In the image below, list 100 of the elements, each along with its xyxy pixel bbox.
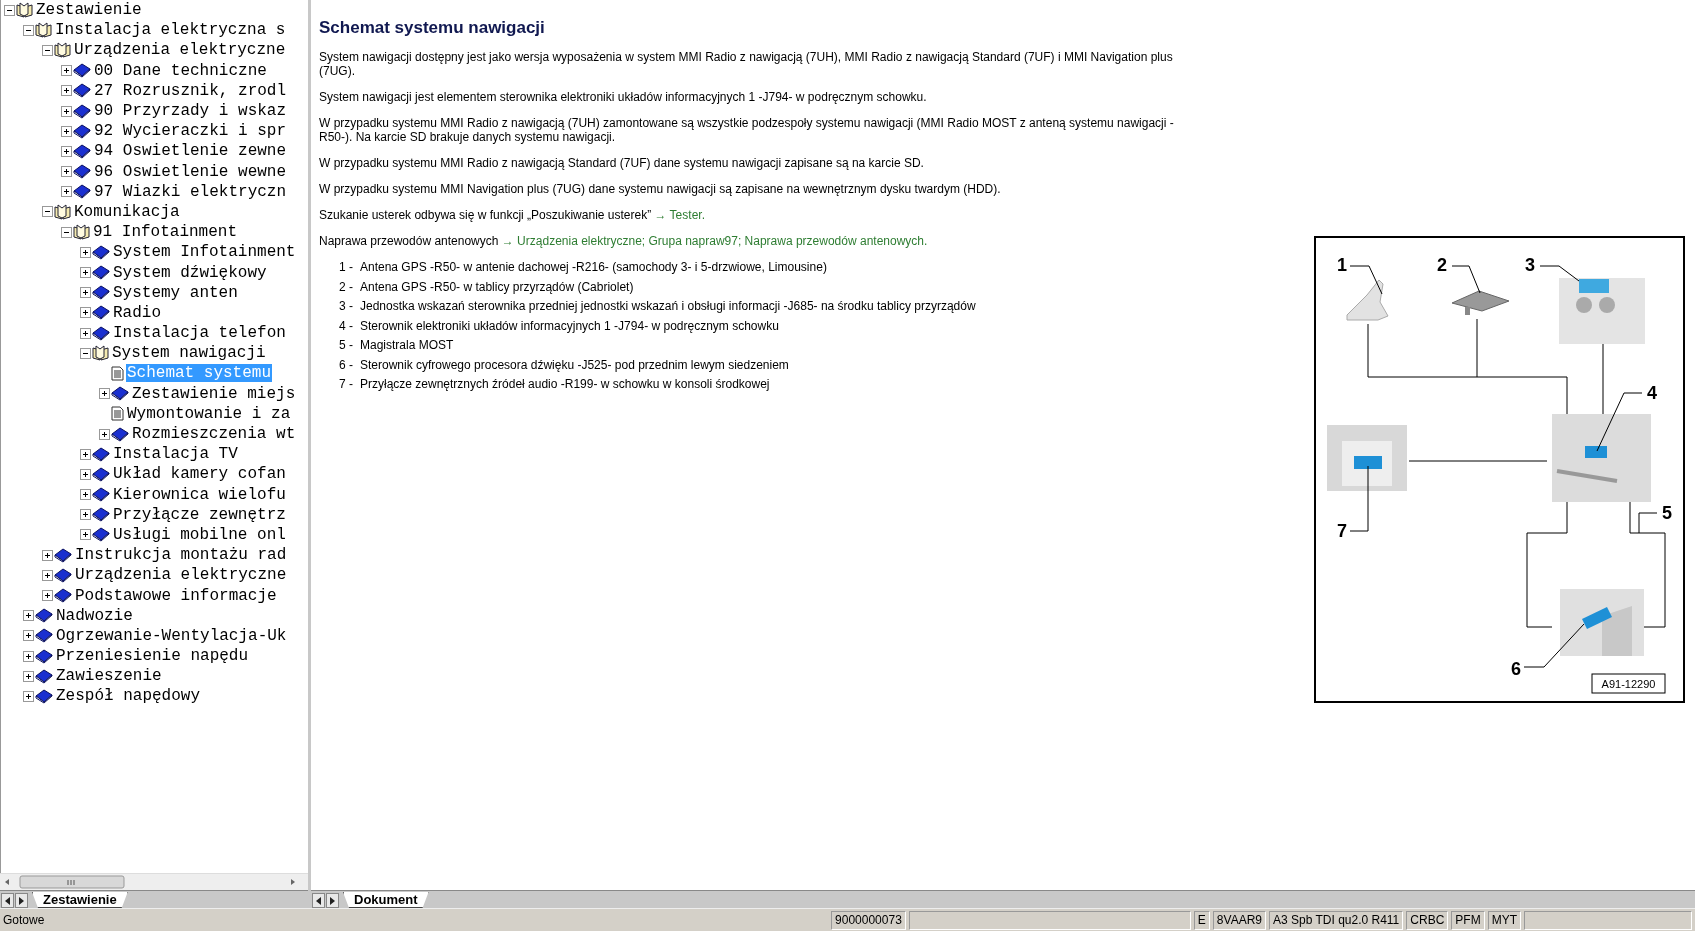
tree-item[interactable]: System Infotainment	[112, 243, 297, 262]
expand-icon[interactable]	[99, 388, 110, 400]
expand-icon[interactable]	[61, 166, 72, 178]
module-illustration	[1451, 290, 1510, 315]
expand-icon[interactable]	[80, 468, 91, 480]
tree-item[interactable]: Instalacja elektryczna s	[54, 21, 287, 40]
tree-item[interactable]: Przeniesienie napędu	[55, 647, 250, 666]
tree-item[interactable]: 94 Oswietlenie zewne	[93, 142, 288, 161]
paragraph: W przypadku systemu MMI Radio z nawigacją (7UH) zamontowane są wszystkie podzespoły systemu nawigacji (MMI Radio MOST z anteną systemu nawigacji -R50-). Na karcie SD brakuje danych systemu nawigacji.	[319, 116, 1175, 144]
paragraph: W przypadku systemu MMI Navigation plus (7UG) dane systemu nawigacji są zapisane na wewnętrznym dysku twardym (HDD).	[319, 182, 1002, 196]
collapse-icon[interactable]	[42, 44, 53, 56]
expand-icon[interactable]	[61, 186, 72, 198]
expand-icon[interactable]	[99, 428, 110, 440]
tree-item[interactable]: Komunikacja	[73, 202, 181, 221]
collapse-icon[interactable]	[80, 347, 91, 359]
tree-item[interactable]: Ogrzewanie-Wentylacja-Uk	[55, 626, 288, 645]
callout-number: 1	[1337, 255, 1347, 275]
status-message: Gotowe	[2, 913, 46, 927]
tree-item[interactable]: Usługi mobilne onl	[112, 525, 287, 544]
link[interactable]: → Tester.	[654, 208, 705, 222]
expand-icon[interactable]	[42, 549, 53, 561]
expand-icon[interactable]	[61, 85, 72, 97]
collapse-icon[interactable]	[23, 24, 34, 36]
tree-item[interactable]: Instalacja TV	[112, 445, 239, 464]
callout-number: 3	[1525, 255, 1535, 275]
expand-icon[interactable]	[80, 307, 91, 319]
tree-item[interactable]: 90 Przyrzady i wskaz	[93, 102, 288, 121]
tree-item[interactable]: 27 Rozrusznik, zrodl	[93, 81, 288, 100]
tree-item[interactable]: Zestawienie miejs	[131, 384, 297, 403]
expand-icon[interactable]	[61, 65, 72, 77]
expand-icon[interactable]	[61, 105, 72, 117]
tree-item[interactable]: Instrukcja montażu rad	[74, 546, 288, 565]
callout-number: 2	[1437, 255, 1447, 275]
expand-icon[interactable]	[80, 509, 91, 521]
expand-icon[interactable]	[42, 569, 53, 581]
tree-item[interactable]: Podstawowe informacje	[74, 586, 278, 605]
document-title: Schemat systemu nawigacji	[319, 18, 546, 38]
tree-item[interactable]: 96 Oswietlenie wewne	[93, 162, 288, 181]
expand-icon[interactable]	[80, 489, 91, 501]
expand-icon[interactable]	[61, 125, 72, 137]
tree-item[interactable]: Nadwozie	[55, 606, 134, 625]
link[interactable]: → Urządzenia elektryczne; Grupa napraw97; Naprawa przewodów antenowych.	[501, 234, 928, 248]
tab[interactable]: Zestawienie	[32, 892, 128, 908]
expand-icon[interactable]	[80, 448, 91, 460]
book-icon	[54, 567, 72, 583]
tree-item[interactable]: Zestawienie	[35, 1, 143, 20]
book-icon	[92, 487, 110, 503]
legend-number: 1 -	[339, 260, 354, 275]
status-field: MYT	[1487, 910, 1521, 930]
tab-scroll-left-button[interactable]	[312, 893, 325, 908]
tab-scroll-left-button[interactable]	[1, 893, 14, 908]
collapse-icon[interactable]	[61, 226, 72, 238]
tree-item[interactable]: Radio	[112, 303, 162, 322]
book-icon	[92, 446, 110, 462]
tree-item[interactable]: Instalacja telefon	[112, 324, 287, 343]
tree-item[interactable]: Urządzenia elektryczne	[73, 41, 287, 60]
book-icon	[111, 386, 129, 402]
expand-icon[interactable]	[23, 650, 34, 662]
status-field: A3 Spb TDI qu2.0 R411	[1269, 910, 1404, 930]
tree-item[interactable]: Przyłącze zewnętrz	[112, 505, 287, 524]
tree-item[interactable]: 00 Dane techniczne	[93, 61, 268, 80]
left-arrow-icon	[5, 896, 10, 905]
tree-item[interactable]: Układ kamery cofan	[112, 465, 287, 484]
tree-item[interactable]: System nawigacji	[111, 344, 267, 363]
book-icon	[73, 184, 91, 200]
tree-item[interactable]: Kierownica wielofu	[112, 485, 287, 504]
expand-icon[interactable]	[23, 670, 34, 682]
legend-number: 5 -	[339, 338, 354, 353]
expand-icon[interactable]	[80, 267, 91, 279]
tab-scroll-right-button[interactable]	[326, 893, 339, 908]
tree-item[interactable]: 91 Infotainment	[92, 223, 239, 242]
tab[interactable]: Dokument	[343, 892, 429, 908]
leader-line	[1638, 512, 1658, 534]
expand-icon[interactable]	[80, 287, 91, 299]
expand-icon[interactable]	[80, 246, 91, 258]
expand-icon[interactable]	[42, 590, 53, 602]
legend-text: Sterownik cyfrowego procesora dźwięku -J525- pod przednim lewym siedzeniem	[360, 357, 789, 372]
tree-item[interactable]: Wymontowanie i za	[126, 404, 292, 423]
legend-text: Antena GPS -R50- w antenie dachowej -R216- (samochody 3- i 5-drzwiowe, Limousine)	[360, 260, 827, 275]
collapse-icon[interactable]	[42, 206, 53, 218]
tree-item[interactable]: Zawieszenie	[55, 667, 163, 686]
tree-item[interactable]: Urządzenia elektryczne	[74, 566, 288, 585]
expand-icon[interactable]	[61, 145, 72, 157]
expand-icon[interactable]	[23, 610, 34, 622]
expand-icon[interactable]	[80, 327, 91, 339]
tree-item[interactable]: System dźwiękowy	[112, 263, 268, 282]
expand-icon[interactable]	[23, 630, 34, 642]
paragraph: Naprawa przewodów antenowych → Urządzenia elektryczne; Grupa napraw97; Naprawa przewodów antenowych.	[319, 234, 929, 248]
tree-item[interactable]: 97 Wiazki elektryczn	[93, 182, 288, 201]
expand-icon[interactable]	[23, 690, 34, 702]
book-icon	[92, 305, 110, 321]
tree-item[interactable]: Zespół napędowy	[55, 687, 202, 706]
open-book-icon	[16, 2, 33, 19]
legend-number: 3 -	[339, 299, 354, 314]
expand-icon[interactable]	[80, 529, 91, 541]
tree-item[interactable]: 92 Wycieraczki i spr	[93, 122, 288, 141]
tab-scroll-right-button[interactable]	[15, 893, 28, 908]
tree-item[interactable]: Systemy anten	[112, 283, 239, 302]
tree-item[interactable]: Rozmieszczenia wt	[131, 425, 297, 444]
collapse-icon[interactable]	[4, 4, 15, 16]
